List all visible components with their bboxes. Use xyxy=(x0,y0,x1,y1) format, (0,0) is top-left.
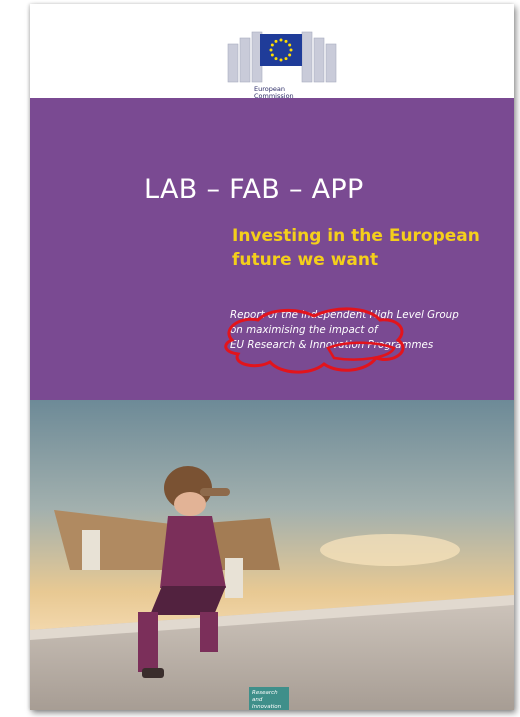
cover-photo-child-with-cardboard-wings xyxy=(30,400,514,710)
eu-star-icon xyxy=(289,48,293,52)
cover-subtitle: Investing in the European future we want xyxy=(232,226,480,270)
eu-star-icon xyxy=(288,53,292,57)
eu-star-icon xyxy=(284,57,288,61)
eu-star-icon xyxy=(274,57,278,61)
eu-star-icon xyxy=(270,43,274,47)
report-cover: European Commission LAB – FAB – APP Inve… xyxy=(30,4,514,710)
eu-star-icon xyxy=(279,58,283,62)
eu-star-icon xyxy=(269,48,273,52)
eu-star-icon xyxy=(279,38,283,42)
research-innovation-badge: Research and Innovation xyxy=(249,687,289,710)
report-description: Report of the independent High Level Gro… xyxy=(230,309,459,351)
eu-star-icon xyxy=(284,39,288,43)
eu-star-icon xyxy=(274,39,278,43)
eu-star-icon xyxy=(288,43,292,47)
eu-star-icon xyxy=(270,53,274,57)
cover-title: LAB – FAB – APP xyxy=(144,174,364,205)
